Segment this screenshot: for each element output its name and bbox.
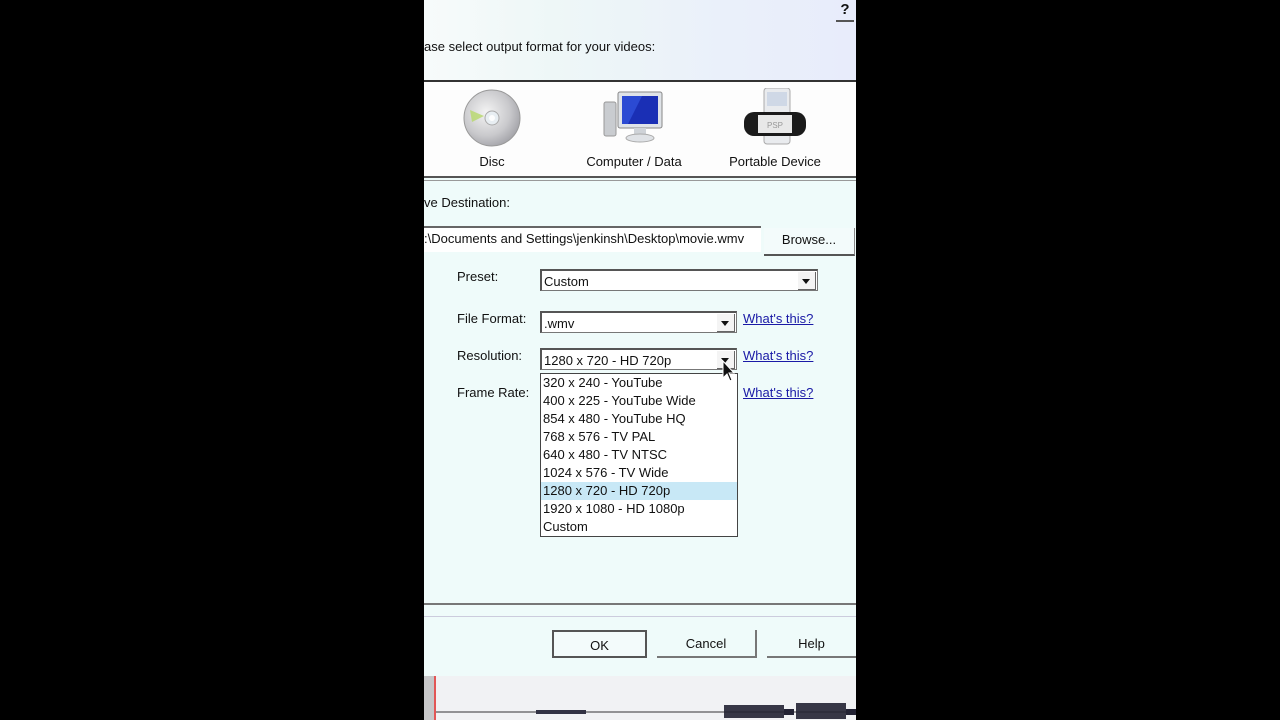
divider [424, 616, 856, 617]
resolution-option[interactable]: 400 x 225 - YouTube Wide [541, 392, 737, 410]
divider [424, 176, 856, 178]
cancel-button[interactable]: Cancel [657, 630, 757, 658]
resolution-label: Resolution: [457, 348, 523, 363]
resolution-option[interactable]: Custom [541, 518, 737, 536]
resolution-value: 1280 x 720 - HD 720p [544, 353, 672, 368]
help-button[interactable]: Help [767, 630, 856, 658]
frame-rate-label: Frame Rate: [457, 385, 530, 400]
file-format-help-link[interactable]: What's this? [743, 311, 813, 326]
computer-icon [603, 91, 663, 143]
preset-value: Custom [544, 274, 589, 289]
chevron-down-icon[interactable] [717, 314, 735, 332]
resolution-option[interactable]: 1024 x 576 - TV Wide [541, 464, 737, 482]
portable-device-icon: PSP [744, 88, 806, 145]
save-destination-label: ve Destination: [424, 195, 510, 210]
mouse-cursor-icon [722, 360, 736, 382]
resolution-option[interactable]: 854 x 480 - YouTube HQ [541, 410, 737, 428]
save-path-value: :\Documents and Settings\jenkinsh\Deskto… [424, 231, 745, 246]
audio-waveform [424, 676, 856, 720]
frame-rate-help-link[interactable]: What's this? [743, 385, 813, 400]
category-disc[interactable]: Disc [424, 82, 562, 176]
resolution-option[interactable]: 320 x 240 - YouTube [541, 374, 737, 392]
resolution-option[interactable]: 640 x 480 - TV NTSC [541, 446, 737, 464]
chevron-down-icon[interactable] [798, 272, 816, 290]
category-label: Computer / Data [586, 154, 682, 169]
divider [424, 180, 856, 181]
svg-text:PSP: PSP [767, 121, 783, 130]
category-computer[interactable]: Computer / Data [564, 82, 704, 176]
preset-select[interactable]: Custom [540, 269, 818, 291]
dialog-header: ? ase select output format for your vide… [424, 0, 856, 80]
instruction-text: ase select output format for your videos… [424, 39, 656, 54]
format-category-bar: Disc Computer / Data PSP Portable Device [424, 82, 856, 176]
convert-dialog: ? ase select output format for your vide… [424, 0, 856, 720]
browse-button[interactable]: Browse... [764, 228, 855, 256]
ok-button[interactable]: OK [552, 630, 647, 658]
resolution-option[interactable]: 1920 x 1080 - HD 1080p [541, 500, 737, 518]
resolution-option[interactable]: 1280 x 720 - HD 720p [541, 482, 737, 500]
resolution-help-link[interactable]: What's this? [743, 348, 813, 363]
category-label: Portable Device [729, 154, 821, 169]
file-format-select[interactable]: .wmv [540, 311, 737, 333]
waveform-graphic [424, 676, 856, 720]
category-label: Disc [479, 154, 505, 169]
help-icon[interactable]: ? [836, 0, 854, 22]
save-path-input[interactable]: :\Documents and Settings\jenkinsh\Deskto… [424, 226, 761, 252]
preset-label: Preset: [457, 269, 499, 284]
resolution-option[interactable]: 768 x 576 - TV PAL [541, 428, 737, 446]
category-portable-device[interactable]: PSP Portable Device [705, 82, 845, 176]
divider [424, 603, 856, 605]
resolution-select[interactable]: 1280 x 720 - HD 720p [540, 348, 737, 370]
file-format-value: .wmv [544, 316, 575, 331]
resolution-dropdown-list: 320 x 240 - YouTube 400 x 225 - YouTube … [540, 373, 738, 537]
file-format-label: File Format: [457, 311, 527, 326]
disc-icon [463, 89, 521, 147]
